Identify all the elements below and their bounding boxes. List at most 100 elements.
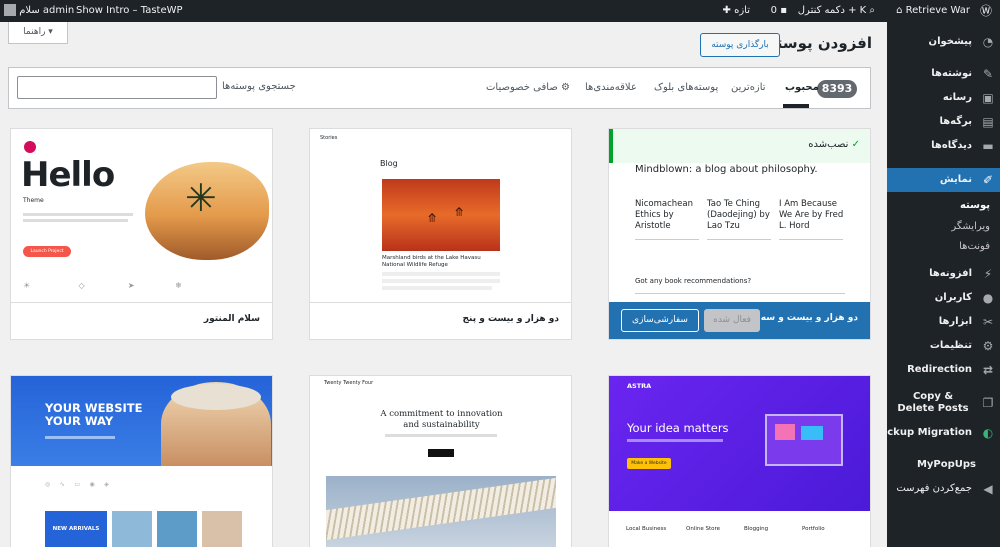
menu-dashboard[interactable]: ◔ پیشخوان <box>887 30 1000 54</box>
preview-divider <box>635 293 845 294</box>
theme-screenshot[interactable]: Twenty Twenty Four A commitment to innov… <box>310 376 571 547</box>
preview-book: Nicomachean Ethics by Aristotle <box>635 199 693 231</box>
menu-label: ابزارها <box>938 316 972 327</box>
customize-link[interactable]: دکمه کنترل + K ⌕ <box>798 0 875 22</box>
preview-text-line <box>23 219 128 222</box>
theme-card-kadence[interactable]: YOUR WEBSITE YOUR WAY ◎ ∿ ▭ ◉ ◈ NEW ARRI… <box>10 375 273 547</box>
site-name: Retrieve War <box>905 5 970 16</box>
menu-copy-delete-posts[interactable]: ❐ Copy & Delete Posts <box>887 388 1000 418</box>
menu-plugins[interactable]: ⚡ افزونه‌ها <box>887 262 1000 286</box>
site-name-link[interactable]: ⌂ Retrieve War <box>896 0 970 22</box>
theme-actions: دو هزار و بیست و پنج <box>310 302 571 339</box>
menu-collapse[interactable]: ◀ جمع‌کردن فهرست <box>887 477 1000 501</box>
menu-appearance[interactable]: ✐ نمایش <box>887 168 1000 192</box>
menu-label: نمایش <box>939 174 972 185</box>
plus-icon: ✚ <box>722 5 735 16</box>
feature-label: Blogging <box>744 526 769 532</box>
media-icon: ▣ <box>982 91 994 105</box>
menu-label: تنظیمات <box>929 340 972 351</box>
menu-label: کاربران <box>934 292 972 303</box>
user-icon: ● <box>982 291 994 305</box>
feature-label: Online Store <box>686 526 721 532</box>
theme-actions: سلام المنتور <box>11 302 272 339</box>
tab-favorites[interactable]: علاقه‌مندی‌ها <box>585 82 637 93</box>
preview-launch-button: Launch Project <box>23 246 71 257</box>
installed-text: نصب‌شده <box>808 139 849 150</box>
submenu-label: پوسته <box>959 200 990 211</box>
new-content-link[interactable]: ✚ تازه <box>723 0 750 22</box>
comment-bubble-icon: ▪ <box>780 5 787 16</box>
menu-posts[interactable]: ✎ نوشته‌ها <box>887 62 1000 86</box>
tab-latest[interactable]: تازه‌ترین <box>731 82 766 93</box>
submenu-fonts[interactable]: فونت‌ها <box>887 237 1000 257</box>
preview-text-line <box>627 439 723 442</box>
preview-excerpt <box>707 239 771 255</box>
theme-screenshot[interactable]: نصب‌شده ✓ Mindblown: a blog about philos… <box>609 129 870 304</box>
submenu-themes[interactable]: پوسته <box>887 196 1000 216</box>
search-input[interactable] <box>17 76 217 99</box>
menu-tools[interactable]: ✂ ابزارها <box>887 310 1000 334</box>
account-link[interactable]: سلام admin <box>4 0 74 22</box>
feature-filter-label: صافی خصوصیات <box>486 82 558 93</box>
preview-product-image <box>112 511 152 547</box>
page-icon: ▤ <box>982 115 994 129</box>
comment-icon: ▬ <box>982 139 994 153</box>
preview-tt4-button <box>428 449 454 457</box>
feature-filter-button[interactable]: صافی خصوصیات ⚙ <box>486 82 570 93</box>
preview-caption: Marshland birds at the Lake Havasu Natio… <box>382 255 481 268</box>
menu-backup-migration[interactable]: ◐ Backup Migration <box>873 421 1000 445</box>
theme-card-astra[interactable]: ASTRA Your idea matters Make a Website L… <box>608 375 871 547</box>
theme-card-hello-elementor[interactable]: Hello Theme Launch Project ✳ ☀ ◇ ➤ ❄ سلا… <box>10 128 273 340</box>
building-roof <box>326 477 556 541</box>
menu-redirection[interactable]: ⇄ Redirection <box>887 358 1000 382</box>
theme-card-twenty-twenty-three[interactable]: نصب‌شده ✓ Mindblown: a blog about philos… <box>608 128 871 340</box>
preview-plant-image: ✳ <box>145 162 269 260</box>
menu-comments[interactable]: ▬ دیدگاه‌ها <box>887 134 1000 158</box>
customize-button[interactable]: سفارشی‌سازی <box>621 309 699 332</box>
preview-astra-hero: ASTRA Your idea matters Make a Website <box>609 376 870 511</box>
menu-label: Redirection <box>907 364 972 375</box>
theme-screenshot[interactable]: YOUR WEBSITE YOUR WAY ◎ ∿ ▭ ◉ ◈ NEW ARRI… <box>11 376 272 547</box>
theme-screenshot[interactable]: Hello Theme Launch Project ✳ ☀ ◇ ➤ ❄ <box>11 129 272 304</box>
preview-text-line <box>382 279 500 283</box>
comments-link[interactable]: 0 ▪ <box>771 0 787 22</box>
redirect-icon: ⇄ <box>982 363 994 377</box>
submenu-label: ویرایشگر <box>951 221 990 232</box>
preview-bird-image: ⤊ ⤊ <box>382 179 500 251</box>
menu-media[interactable]: ▣ رسانه <box>887 86 1000 110</box>
submenu-label: فونت‌ها <box>959 241 990 252</box>
avatar <box>4 4 16 16</box>
submenu-editor[interactable]: ویرایشگر <box>887 217 1000 237</box>
pin-icon: ✎ <box>982 67 994 81</box>
theme-screenshot[interactable]: ASTRA Your idea matters Make a Website L… <box>609 376 870 547</box>
menu-settings[interactable]: ⚙ تنظیمات <box>887 334 1000 358</box>
theme-card-twenty-twenty-four[interactable]: Twenty Twenty Four A commitment to innov… <box>309 375 572 547</box>
search-label: جستجوی پوسته‌ها <box>222 81 296 92</box>
menu-label: دیدگاه‌ها <box>931 140 972 151</box>
menu-users[interactable]: ● کاربران <box>887 286 1000 310</box>
preview-astra-cta: Make a Website <box>627 458 671 469</box>
brush-icon: ✐ <box>982 173 994 187</box>
preview-question: Got any book recommendations? <box>635 277 752 285</box>
tab-block-themes[interactable]: پوسته‌های بلوک <box>654 82 718 93</box>
tab-popular[interactable]: محبوب <box>785 82 819 93</box>
preview-site-name: Twenty Twenty Four <box>324 380 374 386</box>
activated-button: فعال شده <box>704 309 760 332</box>
menu-mypopups[interactable]: MyPopUps <box>887 453 1000 477</box>
preview-astra-headline: Your idea matters <box>627 421 729 435</box>
menu-label: MyPopUps <box>916 459 976 470</box>
comments-count: 0 <box>770 5 778 16</box>
theme-card-twenty-twenty-five[interactable]: Stories Blog ⤊ ⤊ Marshland birds at the … <box>309 128 572 340</box>
wordpress-logo-icon[interactable]: Ⓦ <box>978 0 994 22</box>
show-intro-link[interactable]: Show Intro – TasteWP <box>76 0 183 22</box>
menu-pages[interactable]: ▤ برگه‌ها <box>887 110 1000 134</box>
new-label: تازه <box>734 5 750 16</box>
theme-screenshot[interactable]: Stories Blog ⤊ ⤊ Marshland birds at the … <box>310 129 571 304</box>
preview-excerpt <box>779 239 843 255</box>
theme-name: دو هزار و بیست و پنج <box>462 314 559 324</box>
help-tab-button[interactable]: راهنما ▾ <box>8 22 68 44</box>
illustration-block <box>775 424 795 440</box>
upload-theme-button[interactable]: بارگذاری پوسته <box>700 33 780 57</box>
preview-hello-title: Hello <box>21 155 115 195</box>
copy-icon: ❐ <box>982 396 994 410</box>
